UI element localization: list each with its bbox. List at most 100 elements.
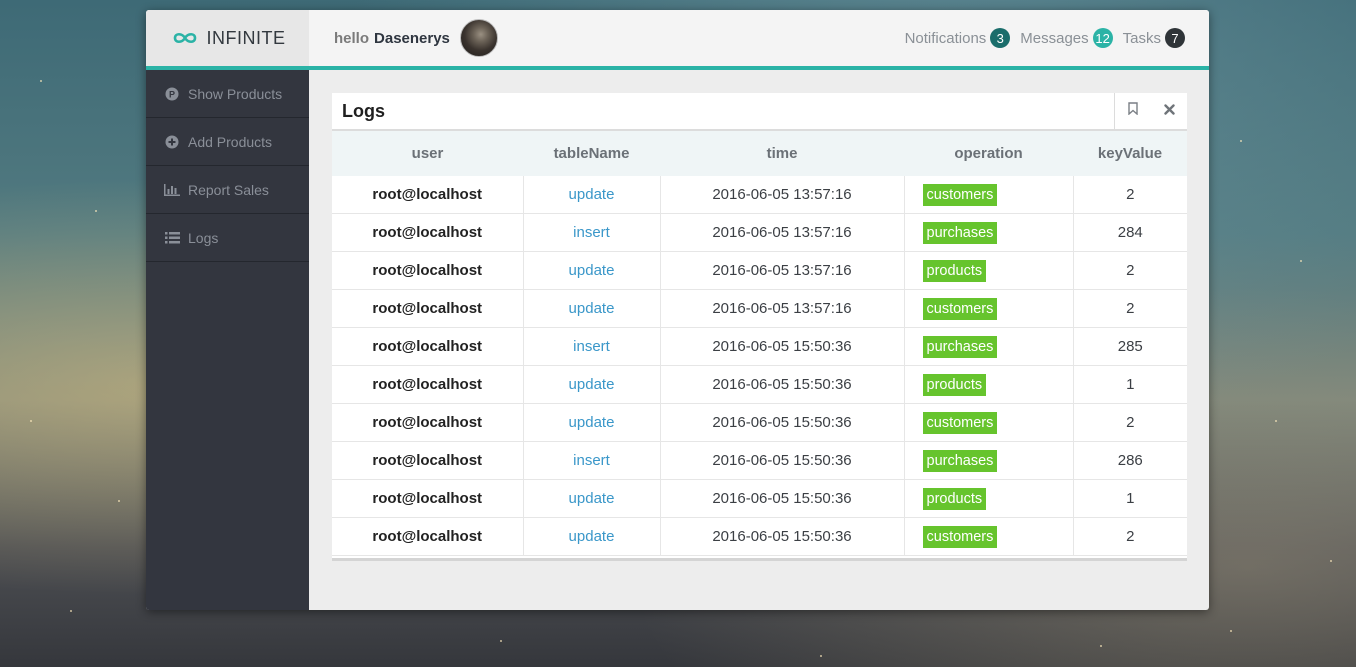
cell-user: root@localhost [332,176,524,214]
cell-user: root@localhost [332,479,524,518]
cell-user: root@localhost [332,327,524,366]
table-header-row: user tableName time operation keyValue [332,131,1187,176]
cell-tablename-link[interactable]: update [523,251,661,290]
nav-tasks[interactable]: Tasks 7 [1123,28,1185,48]
plus-circle-icon [164,134,180,150]
cell-tablename-link[interactable]: update [523,403,661,442]
cell-keyvalue: 2 [1073,251,1187,290]
sidebar-item-report-sales[interactable]: Report Sales [146,166,309,214]
sidebar: P Show Products Add Products Report Sale… [146,70,309,610]
cell-time: 2016-06-05 15:50:36 [660,441,905,480]
cell-tablename-link[interactable]: update [523,517,661,556]
avatar[interactable] [459,19,498,57]
sidebar-item-label: Logs [188,229,219,246]
username: Dasenerys [374,29,450,47]
cell-user: root@localhost [332,403,524,442]
operation-label: customers [922,525,998,548]
cell-operation: customers [904,403,1074,442]
nav-messages-label: Messages [1020,29,1089,47]
cell-time: 2016-06-05 15:50:36 [660,517,905,556]
cell-operation: customers [904,517,1074,556]
sidebar-item-label: Add Products [188,133,273,150]
cell-time: 2016-06-05 15:50:36 [660,403,905,442]
table-row: root@localhost update 2016-06-05 13:57:1… [332,251,1187,290]
cell-time: 2016-06-05 15:50:36 [660,327,905,366]
top-nav: Notifications 3 Messages 12 Tasks 7 [895,10,1185,66]
cell-time: 2016-06-05 15:50:36 [660,479,905,518]
panel-tools [1114,93,1187,129]
table-row: root@localhost update 2016-06-05 15:50:3… [332,479,1187,518]
cell-user: root@localhost [332,365,524,404]
close-icon [1163,102,1175,120]
column-header-keyvalue[interactable]: keyValue [1073,131,1187,176]
sidebar-item-add-products[interactable]: Add Products [146,118,309,166]
nav-notifications[interactable]: Notifications 3 [905,28,1011,48]
bookmark-icon [1128,102,1138,120]
cell-operation: customers [904,289,1074,328]
cell-user: root@localhost [332,441,524,480]
table-row: root@localhost insert 2016-06-05 13:57:1… [332,213,1187,252]
nav-tasks-label: Tasks [1122,29,1161,47]
table-row: root@localhost insert 2016-06-05 15:50:3… [332,327,1187,366]
app-window: INFINITE hello Dasenerys Notifications 3… [146,10,1209,610]
infinity-logo-icon [170,30,200,46]
table-row: root@localhost insert 2016-06-05 15:50:3… [332,441,1187,480]
circle-p-icon: P [164,86,180,102]
column-header-operation[interactable]: operation [904,131,1073,176]
cell-keyvalue: 285 [1073,327,1187,366]
brand[interactable]: INFINITE [146,10,309,66]
operation-label: products [922,487,987,510]
panel-header: Logs [332,93,1187,131]
user-greeting: hello Dasenerys [334,10,498,66]
cell-time: 2016-06-05 13:57:16 [660,176,905,214]
sidebar-item-label: Show Products [188,85,283,102]
cell-tablename-link[interactable]: insert [523,327,661,366]
cell-keyvalue: 2 [1073,176,1187,214]
table-row: root@localhost update 2016-06-05 13:57:1… [332,176,1187,214]
table-row: root@localhost update 2016-06-05 15:50:3… [332,517,1187,556]
notifications-count-badge: 3 [990,28,1011,48]
column-header-user[interactable]: user [332,131,523,176]
nav-messages[interactable]: Messages 12 [1020,28,1113,48]
cell-tablename-link[interactable]: update [523,479,661,518]
sidebar-item-show-products[interactable]: P Show Products [146,70,309,118]
cell-operation: purchases [904,327,1074,366]
svg-text:P: P [169,89,175,99]
cell-time: 2016-06-05 13:57:16 [660,251,905,290]
cell-tablename-link[interactable]: insert [523,441,661,480]
cell-keyvalue: 1 [1073,365,1187,404]
cell-keyvalue: 1 [1073,479,1187,518]
close-panel-button[interactable] [1151,93,1187,129]
cell-tablename-link[interactable]: update [523,176,661,214]
cell-time: 2016-06-05 13:57:16 [660,213,905,252]
column-header-time[interactable]: time [660,131,904,176]
cell-keyvalue: 284 [1073,213,1187,252]
logs-table: user tableName time operation keyValue r… [332,131,1187,556]
cell-operation: products [904,479,1074,518]
nav-notifications-label: Notifications [904,29,987,47]
cell-tablename-link[interactable]: insert [523,213,661,252]
operation-label: purchases [922,335,998,358]
list-icon [164,230,180,246]
bookmark-button[interactable] [1114,93,1151,129]
cell-keyvalue: 2 [1073,289,1187,328]
cell-time: 2016-06-05 13:57:16 [660,289,905,328]
cell-tablename-link[interactable]: update [523,365,661,404]
brand-name: INFINITE [206,27,286,48]
cell-keyvalue: 2 [1073,517,1187,556]
cell-tablename-link[interactable]: update [523,289,661,328]
sidebar-item-logs[interactable]: Logs [146,214,309,262]
table-row: root@localhost update 2016-06-05 15:50:3… [332,365,1187,404]
cell-keyvalue: 286 [1073,441,1187,480]
sidebar-item-label: Report Sales [188,181,269,198]
tasks-count-badge: 7 [1165,28,1185,48]
operation-label: customers [922,411,998,434]
operation-label: products [922,373,987,396]
top-bar: INFINITE hello Dasenerys Notifications 3… [146,10,1209,70]
cell-operation: purchases [904,441,1074,480]
cell-operation: purchases [904,213,1074,252]
panel-title: Logs [342,100,385,121]
cell-user: root@localhost [332,517,524,556]
bar-chart-icon [164,182,180,198]
column-header-tablename[interactable]: tableName [523,131,660,176]
